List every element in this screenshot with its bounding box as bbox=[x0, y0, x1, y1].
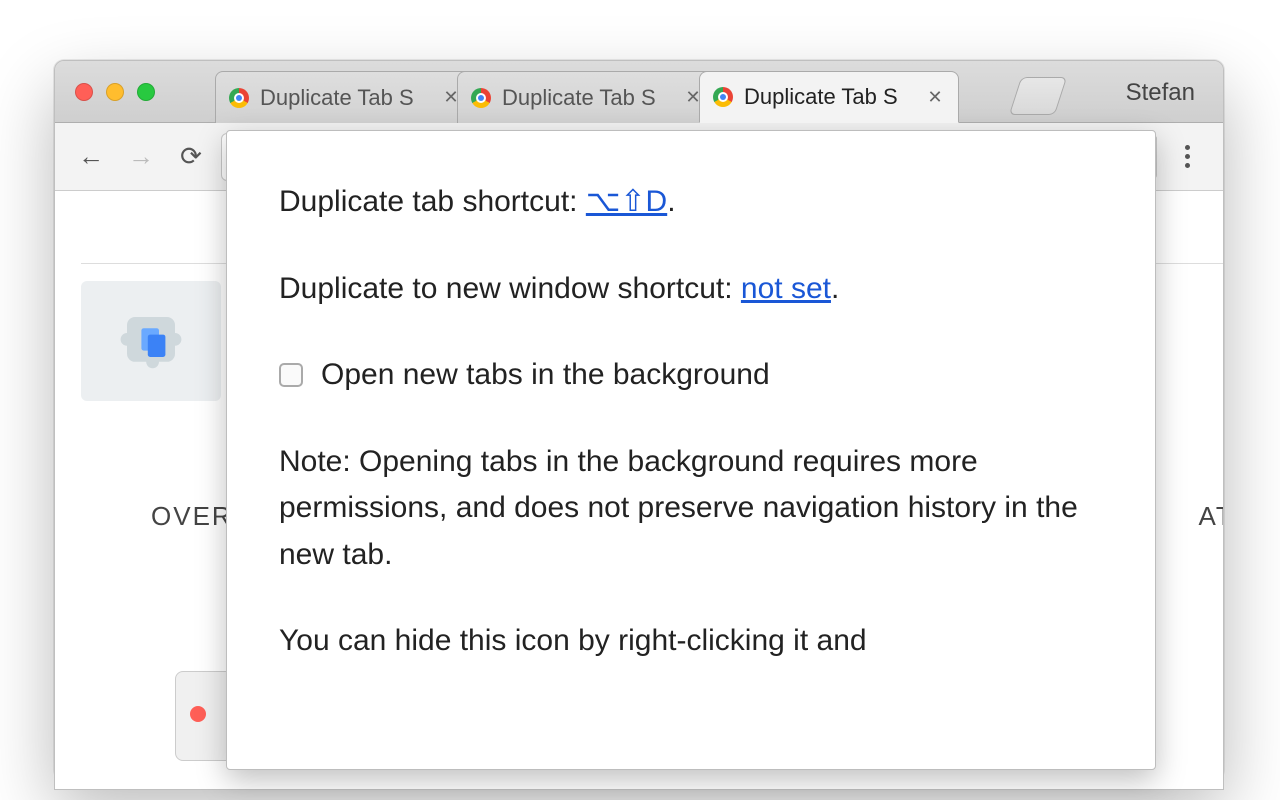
shortcut-row-new-window: Duplicate to new window shortcut: not se… bbox=[279, 266, 1103, 313]
background-checkbox[interactable] bbox=[279, 363, 303, 387]
shortcut-row-duplicate: Duplicate tab shortcut: ⌥⇧D. bbox=[279, 179, 1103, 226]
minimize-window-button[interactable] bbox=[106, 83, 124, 101]
tab-title: Duplicate Tab S bbox=[502, 85, 656, 111]
thumbnail-traffic-icon bbox=[190, 706, 206, 722]
reload-button[interactable]: ⟳ bbox=[171, 137, 211, 177]
tab-1[interactable]: Duplicate Tab S ✕ bbox=[215, 71, 475, 123]
tab-strip: Duplicate Tab S ✕ Duplicate Tab S ✕ Dupl… bbox=[55, 61, 1223, 123]
profile-name[interactable]: Stefan bbox=[1126, 79, 1195, 107]
tab-title: Duplicate Tab S bbox=[744, 84, 898, 110]
back-button[interactable]: ← bbox=[71, 137, 111, 177]
tab-2[interactable]: Duplicate Tab S ✕ bbox=[457, 71, 717, 123]
tab-title: Duplicate Tab S bbox=[260, 85, 414, 111]
close-window-button[interactable] bbox=[75, 83, 93, 101]
tab-close-icon[interactable]: ✕ bbox=[924, 86, 946, 108]
truncated-hint: You can hide this icon by right-clicking… bbox=[279, 618, 1103, 665]
chrome-favicon-icon bbox=[470, 87, 492, 109]
kebab-icon bbox=[1169, 145, 1205, 168]
chrome-favicon-icon bbox=[712, 86, 734, 108]
tab-3-active[interactable]: Duplicate Tab S ✕ bbox=[699, 71, 959, 123]
background-checkbox-label: Open new tabs in the background bbox=[321, 352, 770, 399]
zoom-window-button[interactable] bbox=[137, 83, 155, 101]
chrome-favicon-icon bbox=[228, 87, 250, 109]
window-controls bbox=[75, 83, 155, 101]
permissions-note: Note: Opening tabs in the background req… bbox=[279, 439, 1103, 579]
right-truncated-label: ATI bbox=[1198, 501, 1224, 532]
chrome-menu-button[interactable] bbox=[1167, 137, 1207, 177]
extension-puzzle-icon bbox=[81, 281, 221, 401]
background-checkbox-row[interactable]: Open new tabs in the background bbox=[279, 352, 1103, 399]
forward-button: → bbox=[121, 137, 161, 177]
extension-popup: Duplicate tab shortcut: ⌥⇧D. Duplicate t… bbox=[226, 130, 1156, 770]
new-window-shortcut-link[interactable]: not set bbox=[741, 272, 831, 305]
duplicate-shortcut-link[interactable]: ⌥⇧D bbox=[586, 185, 667, 218]
new-tab-button[interactable] bbox=[1009, 77, 1067, 115]
